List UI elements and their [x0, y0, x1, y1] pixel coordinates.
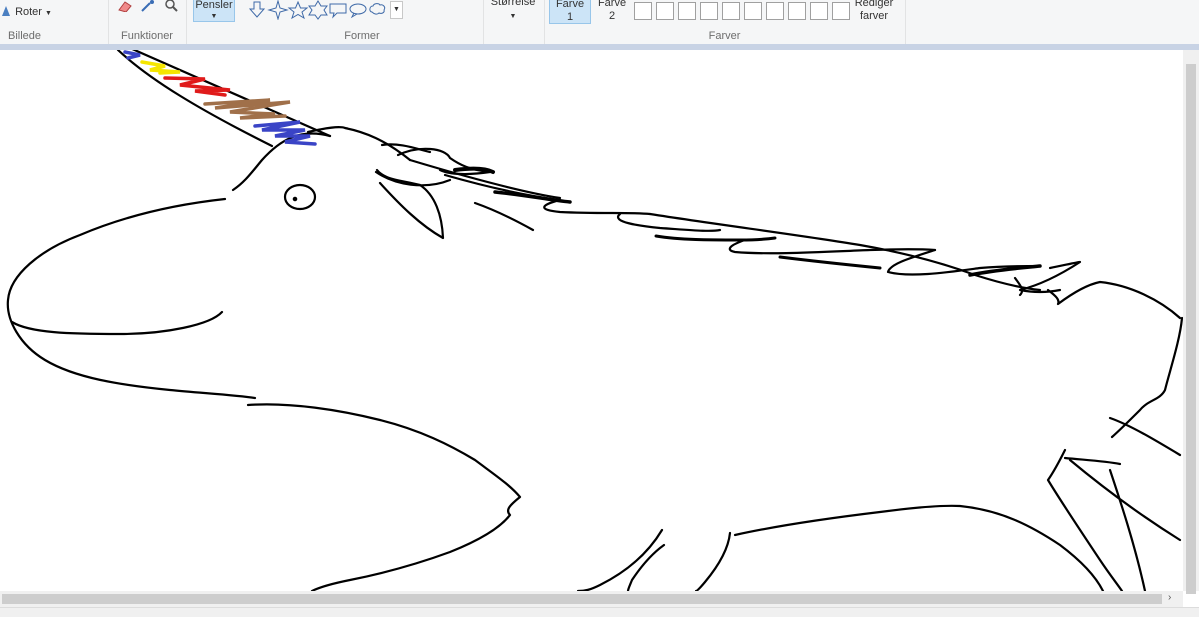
edit-colors-line2: farver [859, 10, 889, 22]
color2-label-line2: 2 [608, 10, 616, 22]
rotate-label: Roter [15, 6, 42, 18]
brushes-group: Pensler ▼ [186, 0, 241, 44]
vertical-scroll-thumb[interactable] [1186, 64, 1196, 594]
color-picker-icon[interactable] [140, 0, 156, 15]
shapes-more-button[interactable]: ▼ [390, 1, 403, 19]
custom-color-swatch[interactable] [766, 2, 784, 20]
color1-label-line1: Farve [555, 0, 585, 10]
rotate-icon [0, 5, 12, 17]
chest-outline [246, 403, 522, 591]
snout-outline [6, 197, 257, 400]
belly-outline [733, 504, 1105, 591]
image-group: Roter ▼ Billede [0, 0, 109, 44]
magnifier-icon[interactable] [163, 0, 179, 15]
star-six-icon[interactable] [308, 0, 328, 20]
color2-button[interactable]: Farve 2 [592, 0, 632, 22]
custom-color-swatch[interactable] [678, 2, 696, 20]
mane-stroke [654, 234, 777, 242]
eye-pupil [292, 196, 298, 202]
colors-group-label: Farver [708, 30, 741, 42]
edit-colors-line1: Rediger [854, 0, 894, 9]
back-outline [1046, 280, 1182, 320]
vertical-scrollbar[interactable] [1183, 50, 1199, 594]
mane-stroke [453, 166, 495, 174]
shape-gallery [245, 0, 405, 21]
neck-outline [408, 158, 562, 200]
horn-stripe-blue [123, 50, 141, 60]
rear-outline [1108, 416, 1182, 457]
mane-stroke [728, 238, 937, 255]
mane-stroke [778, 255, 882, 270]
chevron-down-icon: ▼ [210, 13, 218, 20]
custom-color-swatch[interactable] [722, 2, 740, 20]
shapes-group-label: Former [344, 30, 380, 42]
custom-color-swatch[interactable] [832, 2, 850, 20]
custom-color-swatch[interactable] [744, 2, 762, 20]
arrow-down-icon[interactable] [248, 1, 266, 18]
shapes-group: ▼ Former [241, 0, 484, 44]
color2-label-line1: Farve [597, 0, 627, 9]
eraser-icon[interactable] [117, 0, 133, 15]
brushes-button[interactable]: Pensler ▼ [193, 0, 235, 22]
hind-leg-outline [1108, 468, 1147, 591]
callout-oval-icon[interactable] [349, 3, 367, 19]
custom-color-swatch[interactable] [656, 2, 674, 20]
custom-color-swatch[interactable] [810, 2, 828, 20]
hind-leg-outline [1068, 458, 1182, 542]
custom-color-swatch[interactable] [788, 2, 806, 20]
front-leg-outline [694, 531, 732, 591]
edit-colors-button[interactable]: Rediger farver [852, 0, 896, 22]
size-label: Størrelse [490, 0, 536, 8]
front-leg-outline [576, 528, 664, 591]
scroll-right-arrow-icon[interactable]: › [1168, 592, 1171, 603]
head-outline [231, 132, 332, 192]
chevron-down-icon: ▼ [45, 10, 52, 17]
ear-outline [375, 168, 445, 240]
callout-cloud-icon[interactable] [369, 3, 386, 15]
size-button[interactable]: Størrelse ▼ [488, 0, 538, 22]
star-four-icon[interactable] [267, 0, 289, 21]
mane-stroke [473, 201, 535, 232]
horn-outline [116, 50, 274, 148]
color1-label-line2: 1 [566, 11, 574, 23]
brushes-label: Pensler [195, 0, 233, 11]
horn-stripes [123, 50, 317, 146]
colors-group: Farve 1 Farve 2 Rediger farver Farver [544, 0, 906, 44]
ribbon: Roter ▼ Billede Funktioner Pensler ▼ ▼ F… [0, 0, 1199, 45]
star-five-icon[interactable] [287, 0, 309, 20]
mane-stroke [443, 173, 652, 216]
image-group-label: Billede [8, 30, 42, 42]
chevron-down-icon: ▼ [509, 13, 517, 20]
custom-color-swatch[interactable] [634, 2, 652, 20]
horizontal-scroll-thumb[interactable] [2, 594, 1162, 604]
tools-group-label: Funktioner [121, 30, 173, 42]
horn-stripe-brown [203, 98, 291, 120]
drawing-canvas[interactable] [0, 50, 1183, 591]
rotate-button[interactable]: Roter ▼ [0, 5, 60, 19]
horizontal-scrollbar[interactable]: › [0, 591, 1183, 607]
color1-button[interactable]: Farve 1 [549, 0, 591, 24]
eye-outline [283, 183, 317, 211]
unicorn-drawing [6, 50, 1183, 591]
callout-rect-icon[interactable] [329, 3, 347, 19]
rear-outline [1110, 316, 1183, 439]
custom-color-swatch[interactable] [700, 2, 718, 20]
mouth-line [10, 310, 224, 336]
size-group: Størrelse ▼ [483, 0, 545, 44]
chevron-down-icon: ▼ [393, 6, 400, 13]
tools-group: Funktioner [108, 0, 187, 44]
